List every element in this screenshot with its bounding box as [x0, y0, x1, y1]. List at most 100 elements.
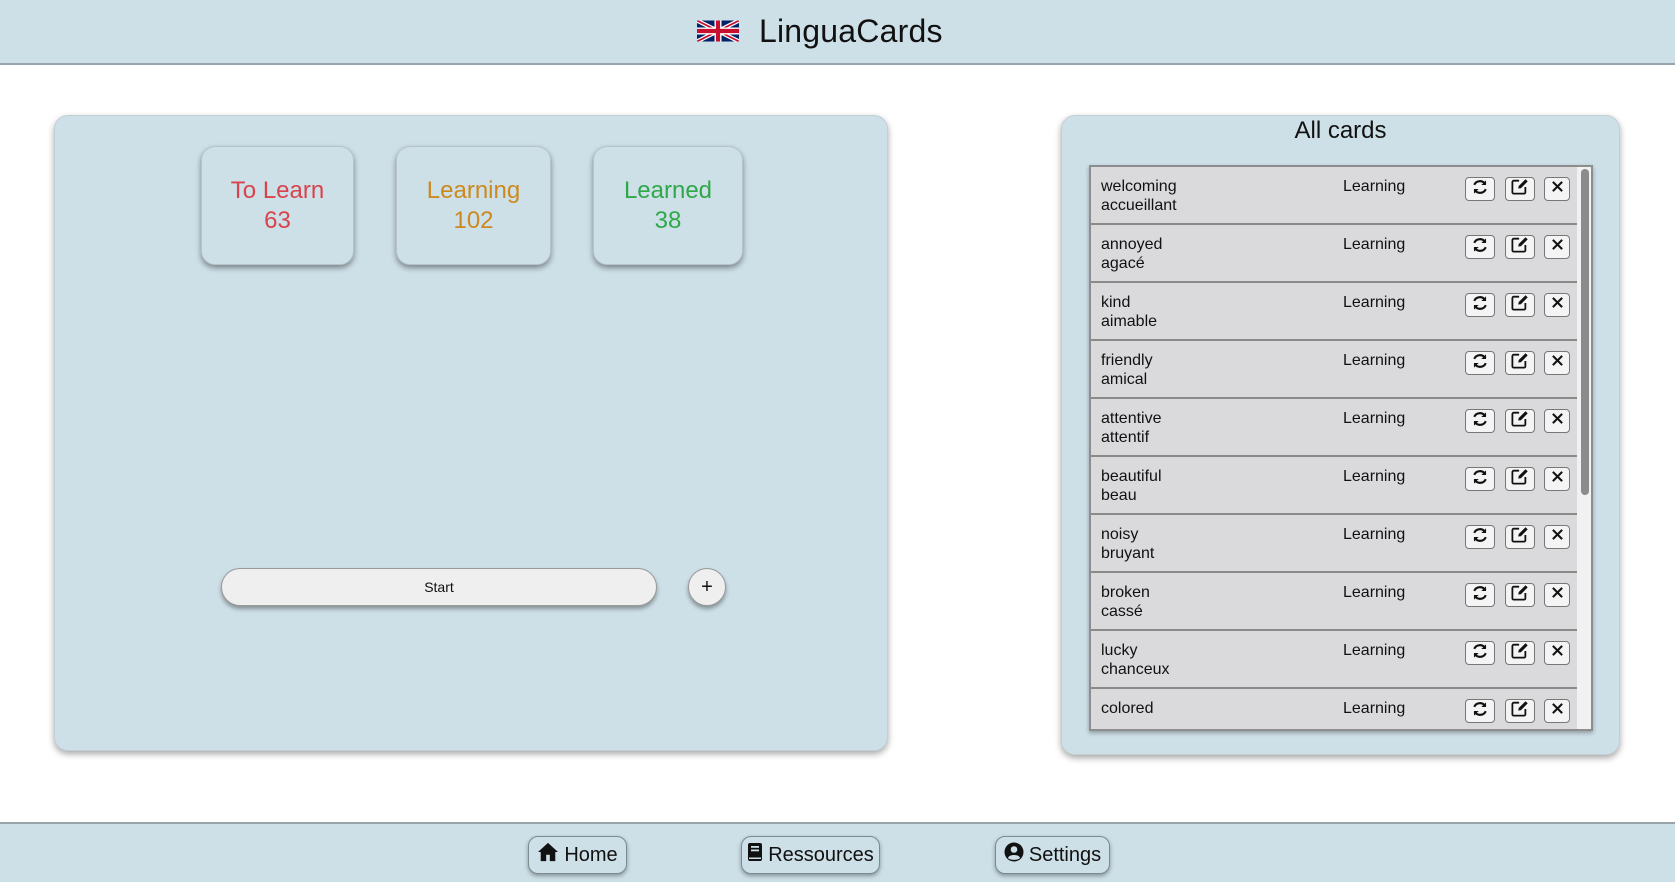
close-icon [1551, 296, 1564, 314]
close-icon [1551, 702, 1564, 720]
brand: LinguaCards [697, 10, 943, 52]
add-card-button[interactable]: + [688, 568, 726, 606]
scrollbar-thumb[interactable] [1581, 169, 1589, 495]
card-english: lucky [1101, 642, 1138, 659]
card-french: bruyant [1101, 545, 1155, 562]
refresh-icon [1471, 469, 1489, 490]
cards-list[interactable]: welcoming accueillant Learning annoyed agacé… [1089, 165, 1593, 731]
reset-card-button[interactable] [1465, 177, 1495, 201]
card-english: noisy [1101, 526, 1139, 543]
card-english: welcoming [1101, 178, 1177, 195]
card-row: colored Learning [1091, 689, 1579, 729]
nav-ressources-button[interactable]: Ressources [741, 836, 880, 874]
edit-card-button[interactable] [1505, 583, 1535, 607]
card-row: broken cassé Learning [1091, 573, 1579, 631]
refresh-icon [1471, 411, 1489, 432]
card-french: amical [1101, 371, 1148, 388]
reset-card-button[interactable] [1465, 409, 1495, 433]
learning-count: 102 [453, 206, 494, 234]
learned-count: 38 [654, 206, 682, 234]
delete-card-button[interactable] [1544, 235, 1570, 259]
card-french: accueillant [1101, 197, 1177, 214]
edit-icon [1511, 178, 1529, 200]
to-learn-count: 63 [264, 206, 291, 234]
card-english: attentive [1101, 410, 1162, 427]
card-row: lucky chanceux Learning [1091, 631, 1579, 689]
delete-card-button[interactable] [1544, 293, 1570, 317]
edit-icon [1511, 294, 1529, 316]
card-english: annoyed [1101, 236, 1163, 253]
reset-card-button[interactable] [1465, 293, 1495, 317]
card-words: annoyed agacé [1101, 235, 1162, 273]
card-words: broken cassé [1101, 583, 1150, 621]
learning-label: Learning [426, 176, 521, 204]
edit-icon [1511, 642, 1529, 664]
edit-card-button[interactable] [1505, 409, 1535, 433]
card-status: Learning [1343, 410, 1406, 427]
delete-card-button[interactable] [1544, 177, 1570, 201]
edit-icon [1511, 468, 1529, 490]
card-french: attentif [1101, 429, 1150, 446]
card-words: lucky chanceux [1101, 641, 1170, 679]
delete-card-button[interactable] [1544, 467, 1570, 491]
delete-card-button[interactable] [1544, 583, 1570, 607]
refresh-icon [1471, 237, 1489, 258]
edit-card-button[interactable] [1505, 525, 1535, 549]
nav-ressources-label: Ressources [768, 843, 874, 866]
reset-card-button[interactable] [1465, 351, 1495, 375]
edit-icon [1511, 700, 1529, 722]
app-title: LinguaCards [759, 12, 943, 49]
reset-card-button[interactable] [1465, 583, 1495, 607]
edit-card-button[interactable] [1505, 235, 1535, 259]
reset-card-button[interactable] [1465, 641, 1495, 665]
app-header: LinguaCards [0, 0, 1675, 65]
card-words: colored [1101, 699, 1153, 718]
edit-card-button[interactable] [1505, 293, 1535, 317]
card-status: Learning [1343, 352, 1406, 369]
edit-icon [1511, 526, 1529, 548]
delete-card-button[interactable] [1544, 641, 1570, 665]
close-icon [1551, 586, 1564, 604]
reset-card-button[interactable] [1465, 525, 1495, 549]
close-icon [1551, 238, 1564, 256]
card-french: chanceux [1101, 661, 1170, 678]
reset-card-button[interactable] [1465, 235, 1495, 259]
card-english: colored [1101, 700, 1154, 717]
edit-card-button[interactable] [1505, 467, 1535, 491]
refresh-icon [1471, 527, 1489, 548]
card-row: welcoming accueillant Learning [1091, 167, 1579, 225]
all-cards-panel: All cards welcoming accueillant Learning an… [1061, 115, 1620, 755]
card-row: beautiful beau Learning [1091, 457, 1579, 515]
card-row: annoyed agacé Learning [1091, 225, 1579, 283]
learning-card[interactable]: Learning 102 [396, 146, 551, 265]
user-circle-icon [1004, 842, 1024, 868]
delete-card-button[interactable] [1544, 351, 1570, 375]
cards-rows: welcoming accueillant Learning annoyed agacé… [1091, 167, 1579, 729]
edit-card-button[interactable] [1505, 177, 1535, 201]
nav-settings-button[interactable]: Settings [995, 836, 1110, 874]
start-button[interactable]: Start [221, 568, 657, 606]
edit-card-button[interactable] [1505, 699, 1535, 723]
reset-card-button[interactable] [1465, 699, 1495, 723]
edit-card-button[interactable] [1505, 351, 1535, 375]
refresh-icon [1471, 701, 1489, 722]
card-english: kind [1101, 294, 1131, 311]
to-learn-card[interactable]: To Learn 63 [201, 146, 354, 265]
learned-card[interactable]: Learned 38 [593, 146, 743, 265]
reset-card-button[interactable] [1465, 467, 1495, 491]
delete-card-button[interactable] [1544, 409, 1570, 433]
scrollbar[interactable] [1577, 167, 1591, 729]
delete-card-button[interactable] [1544, 699, 1570, 723]
card-words: beautiful beau [1101, 467, 1162, 505]
refresh-icon [1471, 643, 1489, 664]
nav-home-button[interactable]: Home [528, 836, 627, 874]
book-icon [747, 842, 763, 868]
edit-icon [1511, 584, 1529, 606]
edit-card-button[interactable] [1505, 641, 1535, 665]
edit-icon [1511, 236, 1529, 258]
close-icon [1551, 470, 1564, 488]
study-panel: To Learn 63 Learning 102 Learned 38 Star… [54, 115, 888, 751]
card-english: friendly [1101, 352, 1153, 369]
delete-card-button[interactable] [1544, 525, 1570, 549]
card-words: welcoming accueillant [1101, 177, 1177, 215]
